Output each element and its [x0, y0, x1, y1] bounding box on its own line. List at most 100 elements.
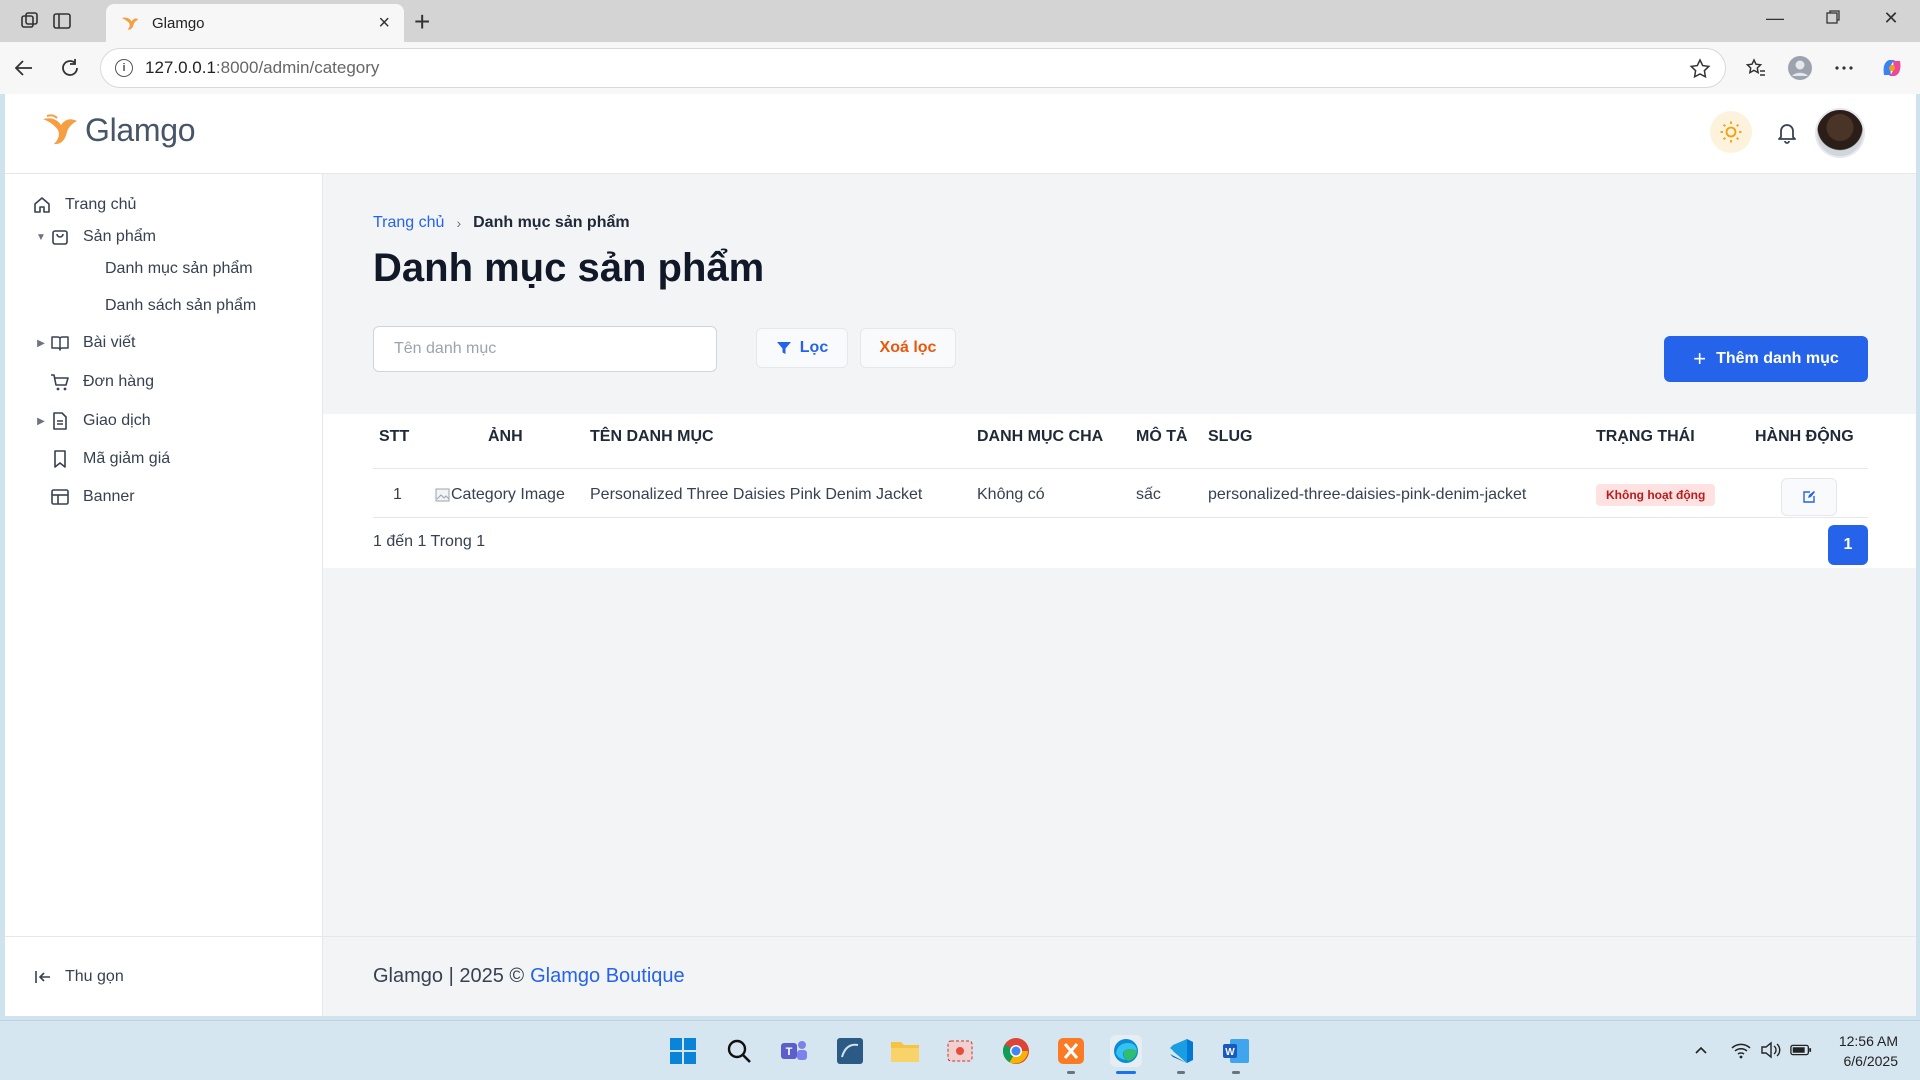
running-indicator — [1067, 1071, 1075, 1074]
page-header-section: Trang chủ › Danh mục sản phẩm Danh mục s… — [323, 174, 1916, 414]
category-table: STT ẢNH TÊN DANH MỤC DANH MỤC CHA MÔ TẢ … — [323, 414, 1916, 568]
sidebar-item-transactions[interactable]: ▶ Giao dịch — [33, 406, 151, 436]
vertical-tabs-icon[interactable] — [50, 9, 74, 33]
tab-close-icon[interactable]: × — [378, 12, 390, 35]
add-category-label: Thêm danh mục — [1716, 350, 1839, 367]
volume-icon[interactable] — [1760, 1039, 1782, 1061]
add-category-button[interactable]: + Thêm danh mục — [1664, 336, 1868, 382]
sidebar-item-banner[interactable]: Banner — [49, 482, 135, 512]
broken-image-icon — [435, 488, 450, 502]
workspaces-icon[interactable] — [18, 9, 42, 33]
brand-logo[interactable]: Glamgo — [41, 112, 196, 149]
plus-icon: + — [1693, 346, 1707, 371]
sidebar-item-products[interactable]: ▼ Sản phẩm — [33, 222, 156, 252]
footer: Glamgo | 2025 © Glamgo Boutique — [323, 936, 1916, 1016]
theme-toggle-button[interactable] — [1710, 111, 1752, 153]
sidebar-item-home[interactable]: Trang chủ — [31, 190, 136, 220]
copilot-icon[interactable] — [1878, 54, 1906, 82]
running-indicator — [1232, 1071, 1240, 1074]
running-indicator — [1177, 1071, 1185, 1074]
caret-right-icon: ▶ — [37, 415, 45, 427]
windows-taskbar: T W 12:56 AM 6/6/2025 — [0, 1020, 1920, 1080]
breadcrumb-home-link[interactable]: Trang chủ — [373, 214, 444, 232]
collapse-label: Thu gọn — [65, 967, 124, 985]
breadcrumb-current: Danh mục sản phẩm — [473, 214, 630, 231]
snipping-tool-icon[interactable] — [944, 1035, 976, 1067]
site-info-icon[interactable]: i — [115, 59, 133, 77]
sidebar-item-coupons[interactable]: Mã giảm giá — [49, 444, 170, 474]
new-tab-icon[interactable]: + — [414, 6, 430, 38]
cart-icon — [49, 371, 71, 393]
sidebar-item-label: Trang chủ — [65, 196, 137, 213]
browser-tab-bar: Glamgo × + — ✕ — [0, 0, 1920, 42]
reload-icon[interactable] — [56, 54, 84, 82]
address-bar[interactable]: i 127.0.0.1:8000/admin/category — [100, 48, 1726, 88]
column-header: TRẠNG THÁI — [1596, 428, 1695, 445]
tab-title: Glamgo — [152, 14, 205, 32]
system-clock[interactable]: 12:56 AM 6/6/2025 — [1826, 1031, 1898, 1071]
battery-icon[interactable] — [1790, 1039, 1812, 1061]
start-menu-icon[interactable] — [667, 1035, 699, 1067]
search-icon[interactable] — [723, 1035, 755, 1067]
user-avatar[interactable] — [1815, 108, 1865, 158]
xampp-icon[interactable] — [1055, 1035, 1087, 1067]
sidebar-subitem-categories[interactable]: Danh mục sản phẩm — [105, 260, 253, 278]
status-badge: Không hoạt động — [1596, 484, 1716, 506]
collapse-sidebar-button[interactable]: Thu gọn — [5, 936, 323, 1016]
notifications-button[interactable] — [1769, 114, 1805, 150]
category-name-search-input[interactable] — [373, 326, 717, 372]
column-header: TÊN DANH MỤC — [590, 428, 714, 445]
edit-button[interactable] — [1781, 478, 1837, 516]
filter-button[interactable]: Lọc — [756, 328, 848, 368]
mysql-workbench-icon[interactable] — [834, 1035, 866, 1067]
page-button-active[interactable]: 1 — [1828, 525, 1868, 565]
wifi-icon[interactable] — [1730, 1039, 1752, 1061]
edit-icon — [1803, 491, 1815, 503]
filter-icon — [776, 342, 791, 354]
clear-filter-button[interactable]: Xoá lọc — [860, 328, 956, 368]
sidebar-item-orders[interactable]: Đơn hàng — [49, 367, 154, 397]
main-content: Trang chủ › Danh mục sản phẩm Danh mục s… — [323, 174, 1916, 1016]
sidebar-subitem-product-list[interactable]: Danh sách sản phẩm — [105, 297, 256, 315]
chevron-up-icon[interactable] — [1690, 1039, 1712, 1061]
sidebar-item-label: Mã giảm giá — [83, 450, 171, 467]
home-icon — [31, 194, 53, 216]
clock-time: 12:56 AM — [1838, 1033, 1898, 1049]
footer-link[interactable]: Glamgo Boutique — [530, 965, 685, 988]
cell-stt: 1 — [393, 486, 402, 503]
clock-date: 6/6/2025 — [1843, 1053, 1899, 1069]
vscode-icon[interactable] — [1165, 1035, 1197, 1067]
favorite-star-icon[interactable] — [1689, 58, 1711, 80]
pagination-info: 1 đến 1 Trong 1 — [373, 533, 486, 550]
cell-slug: personalized-three-daisies-pink-denim-ja… — [1208, 486, 1527, 503]
back-icon[interactable] — [10, 54, 38, 82]
column-header: ẢNH — [488, 428, 523, 445]
file-explorer-icon[interactable] — [889, 1035, 921, 1067]
word-icon[interactable]: W — [1220, 1035, 1252, 1067]
header-divider — [373, 468, 1868, 469]
url-text: 127.0.0.1:8000/admin/category — [145, 58, 380, 77]
close-window-icon[interactable]: ✕ — [1876, 8, 1906, 29]
cell-image: Category Image — [435, 472, 565, 518]
sidebar-item-posts[interactable]: ▶ Bài viết — [33, 328, 135, 358]
sidebar-item-label: Banner — [83, 488, 135, 505]
more-menu-icon[interactable] — [1830, 54, 1858, 82]
column-header: HÀNH ĐỘNG — [1755, 428, 1854, 445]
chevron-right-icon: › — [456, 215, 462, 231]
glamgo-logo-icon — [43, 113, 77, 144]
layout-icon — [49, 486, 71, 508]
chrome-icon[interactable] — [1000, 1035, 1032, 1067]
image-alt-text: Category Image — [451, 486, 565, 503]
book-icon — [49, 332, 71, 354]
favorites-icon[interactable] — [1742, 54, 1770, 82]
sidebar: Trang chủ ▼ Sản phẩm Danh mục sản phẩm D… — [5, 174, 323, 1016]
column-header: SLUG — [1208, 428, 1253, 445]
sidebar-item-label: Bài viết — [83, 334, 136, 351]
minimize-icon[interactable]: — — [1760, 8, 1790, 29]
maximize-icon[interactable] — [1818, 8, 1848, 29]
browser-tab-active[interactable]: Glamgo × — [106, 4, 404, 42]
teams-icon[interactable]: T — [778, 1035, 810, 1067]
cell-name: Personalized Three Daisies Pink Denim Ja… — [590, 486, 923, 503]
profile-icon[interactable] — [1786, 54, 1814, 82]
edge-icon[interactable] — [1110, 1035, 1142, 1067]
